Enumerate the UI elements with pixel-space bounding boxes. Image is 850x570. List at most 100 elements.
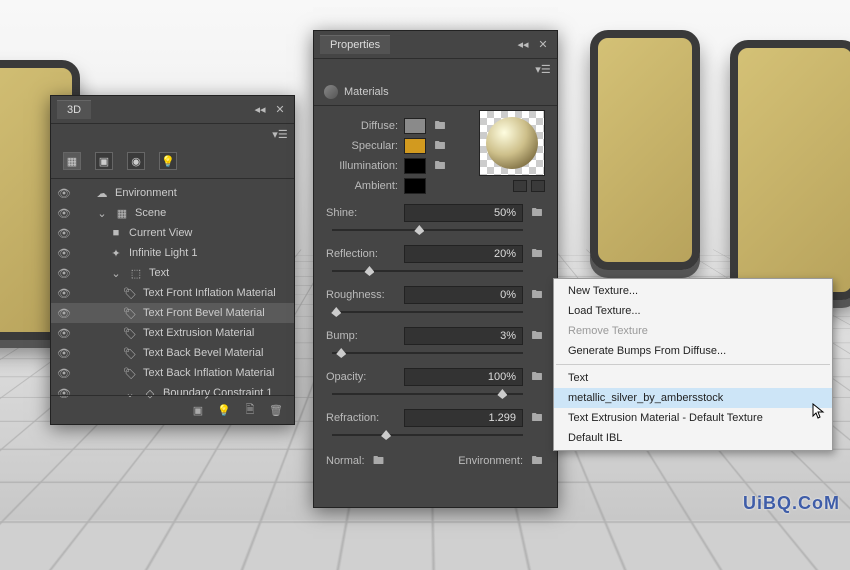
tree-row-label: Infinite Light 1 [129,247,198,259]
tree-row[interactable]: 👁🏷Text Front Inflation Material [51,283,294,303]
refraction-value[interactable]: 1.299 [404,409,523,427]
tree-row[interactable]: 👁🏷Text Extrusion Material [51,323,294,343]
filter-scene-button[interactable]: ▦ [63,152,81,170]
tree-row[interactable]: 👁✦Infinite Light 1 [51,243,294,263]
node-type-icon: ☁ [95,186,109,200]
roughness-slider[interactable] [332,307,545,317]
visibility-icon[interactable]: 👁 [57,366,71,380]
specular-label: Specular: [326,140,398,152]
node-type-icon: ⬚ [129,266,143,280]
illumination-label: Illumination: [326,160,398,172]
visibility-icon[interactable]: 👁 [57,306,71,320]
disclosure-icon[interactable]: ⌄ [109,266,123,280]
context-menu-item[interactable]: Default IBL [554,428,832,448]
new-light-icon[interactable]: 💡 [216,402,232,418]
collapse-icon[interactable]: ◂◂ [515,38,531,52]
visibility-icon[interactable]: 👁 [57,246,71,260]
opacity-label: Opacity: [326,371,398,383]
tree-row[interactable]: 👁 🏷 Text Front Bevel Material [51,303,294,323]
reflection-value[interactable]: 20% [404,245,523,263]
tree-row[interactable]: 👁 ⌄ ⬚ Text [51,263,294,283]
filter-materials-button[interactable]: ◉ [127,152,145,170]
preview-picker[interactable] [513,180,545,192]
roughness-value[interactable]: 0% [404,286,523,304]
tree-row-label: Text [149,267,169,279]
bump-texture-icon[interactable]: 🖿 [529,329,545,343]
ambient-swatch[interactable] [404,178,426,194]
context-menu-item[interactable]: Text Extrusion Material - Default Textur… [554,408,832,428]
visibility-icon[interactable]: 👁 [57,346,71,360]
context-menu-item[interactable]: Generate Bumps From Diffuse... [554,341,832,361]
panel-menu-icon[interactable]: ▾☰ [272,127,288,141]
panel-header: Properties ◂◂ ✕ [314,31,557,59]
disclosure-icon[interactable]: ⌄ [95,206,109,220]
filter-mesh-button[interactable]: ▣ [95,152,113,170]
subheader-label: Materials [344,86,389,98]
filter-lights-button[interactable]: 💡 [159,152,177,170]
opacity-slider[interactable] [332,389,545,399]
visibility-icon[interactable]: 👁 [57,266,71,280]
context-menu-item[interactable]: Load Texture... [554,301,832,321]
node-type-icon: ■ [109,226,123,240]
watermark: UiBQ.CoM [743,493,840,514]
reflection-slider[interactable] [332,266,545,276]
render-icon[interactable]: ▣ [190,402,206,418]
opacity-value[interactable]: 100% [404,368,523,386]
specular-texture-icon[interactable]: 🖿 [432,139,448,153]
diffuse-texture-icon[interactable]: 🖿 [432,119,448,133]
visibility-icon[interactable]: 👁 [57,286,71,300]
shine-slider[interactable] [332,225,545,235]
tree-row[interactable]: 👁🏷Text Back Inflation Material [51,363,294,383]
roughness-texture-icon[interactable]: 🖿 [529,288,545,302]
node-type-icon: 🏷 [123,306,137,320]
tree-row[interactable]: 👁⌄▦Scene [51,203,294,223]
material-preview[interactable] [479,110,545,176]
panel-menu-icon[interactable]: ▾☰ [535,62,551,76]
tab-3d[interactable]: 3D [57,100,91,119]
illumination-texture-icon[interactable]: 🖿 [432,159,448,173]
diffuse-swatch[interactable] [404,118,426,134]
tree-row[interactable]: 👁 🏷 Text Back Bevel Material [51,343,294,363]
illumination-swatch[interactable] [404,158,426,174]
visibility-icon[interactable]: 👁 [57,206,71,220]
visibility-icon[interactable]: 👁 [57,186,71,200]
visibility-icon[interactable]: 👁 [57,226,71,240]
shine-value[interactable]: 50% [404,204,523,222]
collapse-icon[interactable]: ◂◂ [252,103,268,117]
tree-row-label: Text Front Bevel Material [143,307,265,319]
tree-row[interactable]: 👁☁Environment [51,183,294,203]
shine-texture-icon[interactable]: 🖿 [529,206,545,220]
close-icon[interactable]: ✕ [272,103,288,117]
3d-filter-toolbar: ▦ ▣ ◉ 💡 [51,144,294,179]
properties-panel: Properties ◂◂ ✕ ▾☰ Materials Diffuse:🖿 S… [313,30,558,508]
node-type-icon: 🏷 [123,286,137,300]
refraction-texture-icon[interactable]: 🖿 [529,411,545,425]
opacity-texture-icon[interactable]: 🖿 [529,370,545,384]
bump-label: Bump: [326,330,398,342]
context-menu-item[interactable]: metallic_silver_by_ambersstock [554,388,832,408]
panel-footer: ▣ 💡 🗎 🗑 [51,395,294,424]
tab-properties[interactable]: Properties [320,35,390,54]
normal-texture-icon[interactable]: 🖿 [371,454,387,468]
context-menu-item[interactable]: New Texture... [554,281,832,301]
context-menu-item[interactable]: Text [554,368,832,388]
roughness-label: Roughness: [326,289,398,301]
tree-row-label: Current View [129,227,192,239]
tree-row-label: Text Back Inflation Material [143,367,274,379]
environment-texture-icon[interactable]: 🖿 [529,454,545,468]
visibility-icon[interactable]: 👁 [57,326,71,340]
delete-icon[interactable]: 🗑 [268,402,284,418]
new-layer-icon[interactable]: 🗎 [242,402,258,418]
specular-swatch[interactable] [404,138,426,154]
close-icon[interactable]: ✕ [535,38,551,52]
bump-value[interactable]: 3% [404,327,523,345]
refraction-slider[interactable] [332,430,545,440]
properties-subheader: Materials [314,79,557,106]
tree-row[interactable]: 👁 ■ Current View [51,223,294,243]
tree-row-label: Text Back Bevel Material [143,347,263,359]
3d-letter [730,40,850,300]
node-type-icon: 🏷 [123,346,137,360]
reflection-label: Reflection: [326,248,398,260]
reflection-texture-icon[interactable]: 🖿 [529,247,545,261]
bump-slider[interactable] [332,348,545,358]
